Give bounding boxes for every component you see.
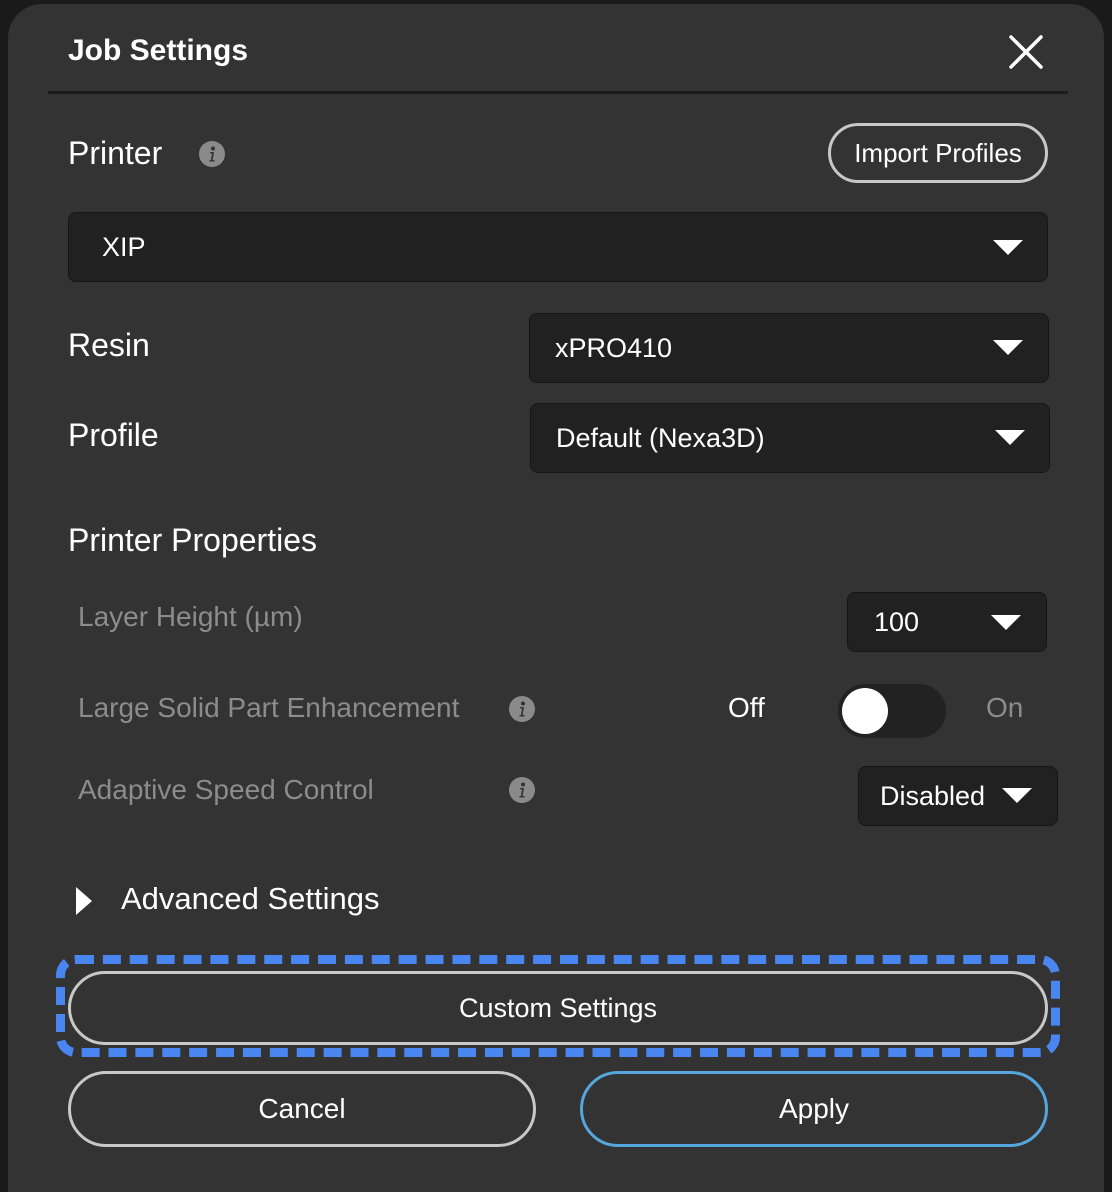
resin-select-value: xPRO410 [555,332,673,363]
toggle-on-label: On [986,692,1024,723]
profile-label: Profile [68,417,159,453]
resin-label: Resin [68,327,150,363]
printer-properties-heading: Printer Properties [68,522,317,558]
chevron-down-icon [993,340,1023,355]
adaptive-speed-select[interactable]: Disabled [858,766,1058,826]
toggle-knob [842,688,888,734]
printer-label: Printer [68,135,163,171]
toggle-off-label: Off [728,692,765,723]
chevron-down-icon [1002,788,1032,803]
chevron-down-icon [991,615,1021,630]
large-solid-info-icon[interactable] [509,696,535,722]
dialog-title: Job Settings [68,34,249,67]
triangle-right-icon [76,887,92,915]
resin-select[interactable]: xPRO410 [529,313,1049,383]
advanced-settings-label: Advanced Settings [121,881,380,916]
custom-settings-button[interactable]: Custom Settings [68,971,1048,1045]
apply-button[interactable]: Apply [580,1071,1048,1147]
layer-height-select[interactable]: 100 [847,592,1047,652]
close-button[interactable] [1006,32,1046,72]
large-solid-label: Large Solid Part Enhancement [78,692,460,723]
layer-height-label: Layer Height (µm) [78,601,303,632]
adaptive-speed-value: Disabled [880,780,986,811]
adaptive-speed-label: Adaptive Speed Control [78,774,374,805]
title-divider [48,91,1068,94]
job-settings-dialog: Job Settings Printer Import Profiles XIP… [8,4,1104,1192]
adaptive-speed-info-icon[interactable] [509,777,535,803]
printer-select[interactable]: XIP [68,212,1048,282]
advanced-settings-toggle[interactable]: Advanced Settings [74,881,514,925]
layer-height-value: 100 [874,606,920,637]
close-icon [1009,35,1043,69]
profile-select[interactable]: Default (Nexa3D) [530,403,1050,473]
printer-info-icon[interactable] [199,141,225,167]
chevron-down-icon [993,240,1023,255]
chevron-down-icon [995,430,1025,445]
profile-select-value: Default (Nexa3D) [556,422,765,453]
import-profiles-button[interactable]: Import Profiles [828,123,1048,183]
large-solid-toggle[interactable] [838,684,946,738]
printer-select-value: XIP [102,231,146,262]
cancel-button[interactable]: Cancel [68,1071,536,1147]
